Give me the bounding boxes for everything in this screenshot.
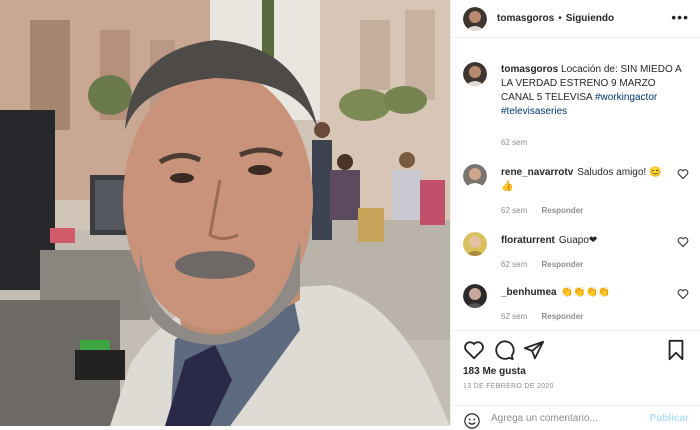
comment-meta: 62 sem Responder xyxy=(501,206,595,215)
comment-meta: 62 sem Responder xyxy=(501,312,595,321)
like-comment-heart-icon[interactable] xyxy=(677,236,689,248)
likes-count[interactable]: 183 Me gusta xyxy=(463,366,526,377)
follow-status-button[interactable]: Siguiendo xyxy=(566,13,614,24)
post-date[interactable]: 13 DE FEBRERO DE 2020 xyxy=(463,383,554,390)
comment-time[interactable]: 62 sem xyxy=(501,312,527,321)
caption-body: tomasgoros Locación de: SIN MIEDO A LA V… xyxy=(501,63,691,119)
share-icon[interactable] xyxy=(523,339,545,361)
comment-time[interactable]: 62 sem xyxy=(501,206,527,215)
comment-text-block: _benhumea 👏👏👏👏 xyxy=(501,286,671,300)
selfie-photo xyxy=(0,0,450,426)
reply-button[interactable]: Responder xyxy=(541,312,583,321)
comment-text: 👏👏👏👏 xyxy=(560,287,611,298)
caption-username[interactable]: tomasgoros xyxy=(501,64,558,75)
comment-item: rene_navarrotv Saludos amigo! 😊👍 62 sem R… xyxy=(463,164,695,215)
comments-list: tomasgoros Locación de: SIN MIEDO A LA V… xyxy=(451,38,700,328)
comment-username[interactable]: rene_navarrotv xyxy=(501,167,573,178)
comment-input[interactable] xyxy=(491,413,641,424)
post-header: tomasgoros • Siguiendo ••• xyxy=(451,0,700,38)
avatar[interactable] xyxy=(463,232,487,256)
action-icons xyxy=(463,339,689,363)
caption-time[interactable]: 62 sem xyxy=(501,138,527,147)
post-actions: 183 Me gusta 13 DE FEBRERO DE 2020 Publi… xyxy=(451,330,700,430)
avatar[interactable] xyxy=(463,62,487,86)
publish-button[interactable]: Publicar xyxy=(650,413,689,424)
comment-meta: 62 sem Responder xyxy=(501,260,595,269)
comment-text-block: floraturrent Guapo❤ xyxy=(501,234,671,248)
comment-text-block: rene_navarrotv Saludos amigo! 😊👍 xyxy=(501,166,671,194)
comment-time[interactable]: 62 sem xyxy=(501,260,527,269)
avatar[interactable] xyxy=(463,6,487,31)
avatar[interactable] xyxy=(463,284,487,308)
comment-username[interactable]: _benhumea xyxy=(501,287,557,298)
heart-icon[interactable] xyxy=(463,339,485,361)
comment-username[interactable]: floraturrent xyxy=(501,235,555,246)
ellipsis-icon[interactable]: ••• xyxy=(671,10,689,24)
instagram-post: tomasgoros • Siguiendo ••• tomasgoros Lo… xyxy=(0,0,700,430)
bookmark-icon[interactable] xyxy=(665,339,687,361)
comment-text: Guapo❤ xyxy=(558,235,598,246)
comment-item: _benhumea 👏👏👏👏 62 sem Responder xyxy=(463,284,695,324)
post-photo[interactable] xyxy=(0,0,450,426)
post-side-panel: tomasgoros • Siguiendo ••• tomasgoros Lo… xyxy=(450,0,700,430)
emoji-icon[interactable] xyxy=(463,412,481,430)
separator-dot: • xyxy=(558,13,562,24)
comment-icon[interactable] xyxy=(493,339,515,361)
like-comment-heart-icon[interactable] xyxy=(677,288,689,300)
post-username[interactable]: tomasgoros xyxy=(497,13,554,24)
add-comment-bar: Publicar xyxy=(451,405,700,430)
comment-item: floraturrent Guapo❤ 62 sem Responder xyxy=(463,232,695,272)
reply-button[interactable]: Responder xyxy=(541,260,583,269)
avatar[interactable] xyxy=(463,164,487,188)
like-comment-heart-icon[interactable] xyxy=(677,168,689,180)
reply-button[interactable]: Responder xyxy=(541,206,583,215)
